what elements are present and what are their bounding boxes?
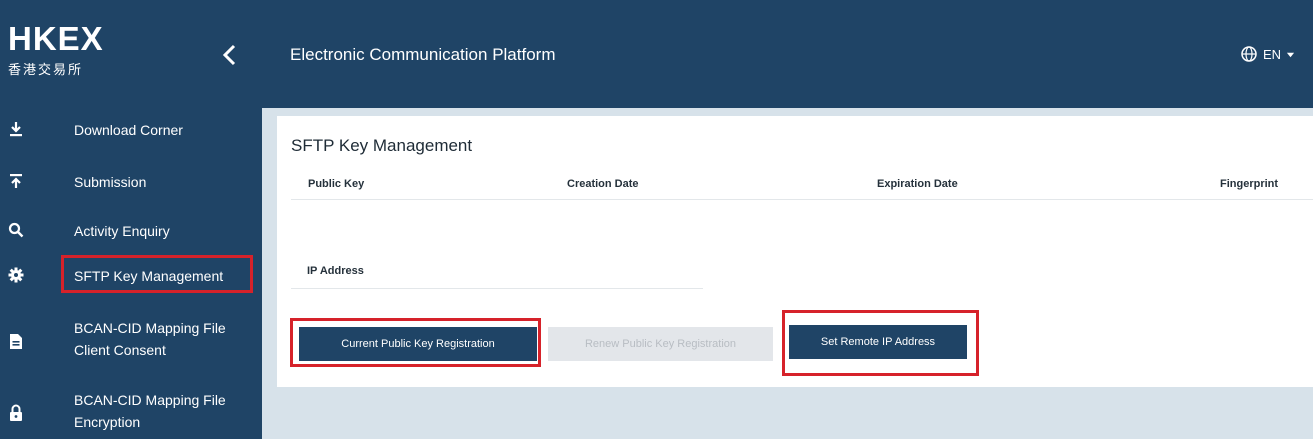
sftp-key-panel: SFTP Key Management Public Key Creation … bbox=[277, 116, 1313, 387]
sidebar-item-label-line2: Client Consent bbox=[74, 342, 166, 358]
sidebar-item-download-corner[interactable]: Download Corner bbox=[0, 118, 262, 142]
collapse-sidebar-button[interactable] bbox=[216, 38, 244, 72]
sidebar-item-label: Submission bbox=[74, 174, 147, 190]
download-icon bbox=[5, 118, 27, 140]
set-remote-ip-address-button[interactable]: Set Remote IP Address bbox=[789, 325, 967, 359]
sidebar-item-label: SFTP Key Management bbox=[74, 268, 224, 284]
ip-address-divider bbox=[291, 288, 703, 289]
sidebar-item-label-line2: Encryption bbox=[74, 414, 141, 430]
column-header-fingerprint: Fingerprint bbox=[1220, 178, 1279, 190]
sidebar-item-label: Activity Enquiry bbox=[74, 223, 170, 239]
language-selector[interactable]: EN bbox=[1241, 46, 1295, 62]
app-title: Electronic Communication Platform bbox=[290, 45, 556, 64]
renew-public-key-registration-button[interactable]: Renew Public Key Registration bbox=[548, 327, 773, 361]
language-label: EN bbox=[1262, 46, 1281, 62]
lock-icon bbox=[5, 402, 27, 424]
sidebar: HKEX 香港交易所 Download Corner Submission Ac… bbox=[0, 0, 262, 439]
gear-icon bbox=[5, 264, 27, 286]
caret-down-icon bbox=[1286, 52, 1295, 57]
sidebar-item-submission[interactable]: Submission bbox=[0, 170, 262, 194]
brand: HKEX 香港交易所 bbox=[0, 0, 262, 108]
upload-icon bbox=[5, 170, 27, 192]
current-public-key-registration-button[interactable]: Current Public Key Registration bbox=[299, 327, 537, 361]
column-header-expiration-date: Expiration Date bbox=[877, 178, 958, 190]
ip-address-label: IP Address bbox=[307, 265, 364, 277]
document-icon bbox=[5, 330, 27, 352]
sidebar-item-sftp-key-management[interactable]: SFTP Key Management bbox=[0, 255, 262, 293]
sidebar-item-label-line1: BCAN-CID Mapping File bbox=[74, 392, 226, 408]
globe-icon bbox=[1241, 46, 1257, 62]
chevron-left-icon bbox=[222, 44, 236, 66]
sidebar-item-label-line1: BCAN-CID Mapping File bbox=[74, 320, 226, 336]
search-icon bbox=[5, 219, 27, 241]
hkex-logo: HKEX bbox=[8, 20, 104, 57]
page-title: SFTP Key Management bbox=[291, 136, 473, 155]
sidebar-item-bcan-encryption[interactable]: BCAN-CID Mapping File Encryption bbox=[0, 390, 262, 434]
column-header-public-key: Public Key bbox=[308, 178, 365, 190]
column-header-creation-date: Creation Date bbox=[567, 178, 639, 190]
sidebar-item-label: Download Corner bbox=[74, 122, 183, 138]
top-header: Electronic Communication Platform EN bbox=[262, 0, 1313, 108]
sidebar-item-bcan-client-consent[interactable]: BCAN-CID Mapping File Client Consent bbox=[0, 318, 262, 362]
table-divider bbox=[291, 199, 1313, 200]
sidebar-item-activity-enquiry[interactable]: Activity Enquiry bbox=[0, 219, 262, 243]
hkex-logo-chinese: 香港交易所 bbox=[8, 63, 84, 78]
